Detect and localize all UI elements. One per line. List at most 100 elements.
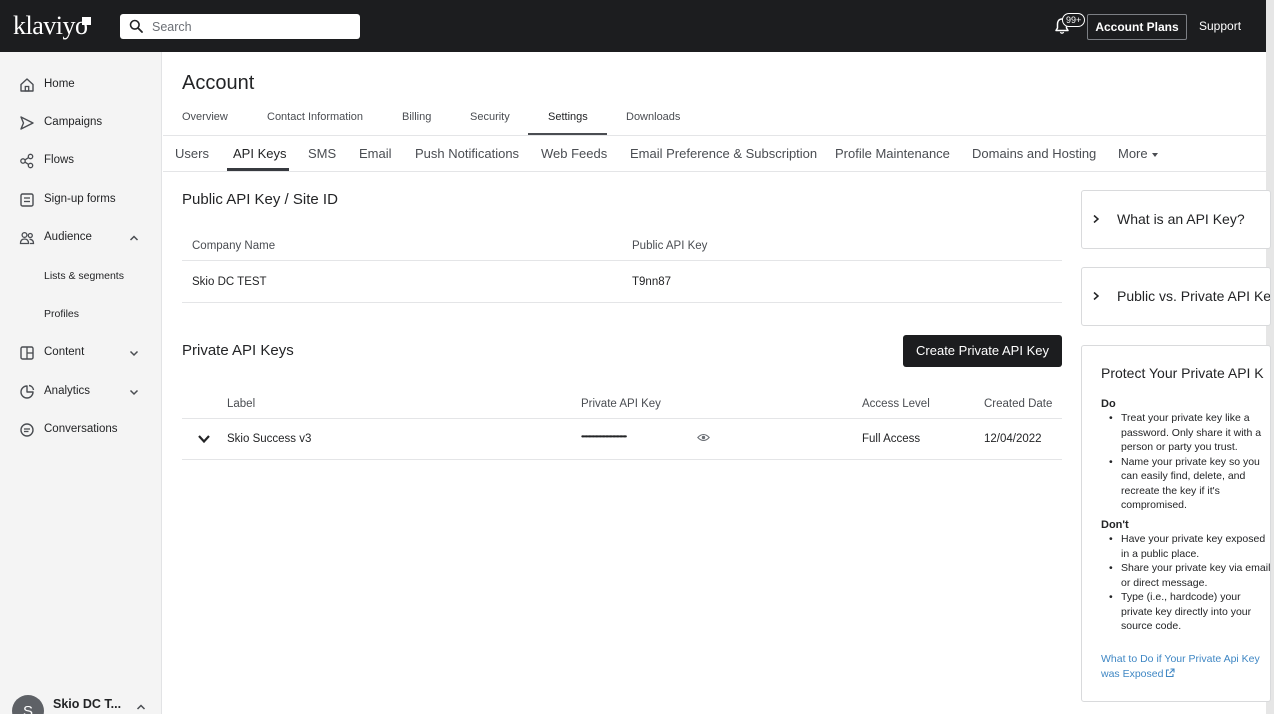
notification-badge: 99+ (1062, 13, 1085, 27)
access-level-value: Full Access (862, 433, 920, 445)
dont-list: Have your private key exposed in a publi… (1101, 532, 1271, 634)
column-header-private-api-key: Private API Key (581, 398, 661, 410)
private-key-label: Skio Success v3 (227, 433, 311, 445)
search-input[interactable] (152, 14, 352, 39)
list-item: Treat your private key like a password. … (1101, 411, 1271, 455)
sidebar-item-content[interactable]: Content (0, 337, 162, 369)
settings-subtabs: Users API Keys SMS Email Push Notificati… (163, 136, 1266, 172)
external-link-icon (1165, 668, 1175, 678)
subtab-push-notifications[interactable]: Push Notifications (415, 146, 519, 161)
sidebar-item-audience[interactable]: Audience (0, 222, 162, 254)
avatar[interactable]: S (12, 695, 44, 714)
analytics-icon (19, 384, 35, 400)
chevron-right-icon (1092, 291, 1100, 301)
send-icon (19, 115, 35, 131)
column-header-company-name: Company Name (192, 240, 275, 252)
help-card-protect-private-key: Protect Your Private API K Do Treat your… (1081, 345, 1271, 702)
content-icon (19, 345, 35, 361)
subtab-email[interactable]: Email (359, 146, 392, 161)
sidebar-subitem-profiles[interactable]: Profiles (44, 308, 79, 320)
audience-icon (19, 230, 35, 246)
subtab-more[interactable]: More (1118, 146, 1158, 161)
sidebar-item-conversations[interactable]: Conversations (0, 414, 162, 446)
help-card-title: What is an API Key? (1117, 211, 1245, 227)
exposed-key-help-link[interactable]: What to Do if Your Private Api Key was E… (1101, 652, 1271, 682)
column-header-public-api-key: Public API Key (632, 240, 707, 252)
sidebar-item-label: Audience (44, 231, 92, 243)
list-item: Have your private key exposed in a publi… (1101, 532, 1271, 561)
column-header-created-date: Created Date (984, 398, 1052, 410)
sidebar-subitem-lists-segments[interactable]: Lists & segments (44, 270, 124, 282)
active-subtab-indicator (227, 168, 289, 171)
logo-text: klaviyo (13, 11, 88, 40)
chevron-down-icon[interactable] (129, 348, 139, 358)
chevron-down-icon[interactable] (129, 387, 139, 397)
subtab-web-feeds[interactable]: Web Feeds (541, 146, 607, 161)
chevron-up-icon[interactable] (129, 233, 139, 243)
search-icon (129, 19, 143, 33)
chevron-down-icon[interactable] (197, 434, 211, 444)
tab-downloads[interactable]: Downloads (626, 111, 680, 123)
exposed-key-link-text: What to Do if Your Private Api Key was E… (1101, 653, 1260, 680)
sidebar-item-label: Conversations (44, 423, 118, 435)
table-divider (182, 260, 1062, 261)
account-name[interactable]: Skio DC T... (53, 697, 121, 711)
subtab-email-preference[interactable]: Email Preference & Subscription (630, 146, 817, 161)
column-header-access-level: Access Level (862, 398, 930, 410)
do-list: Treat your private key like a password. … (1101, 411, 1271, 513)
chat-icon (19, 422, 35, 438)
dont-heading: Don't (1101, 519, 1129, 531)
account-plans-button[interactable]: Account Plans (1087, 14, 1187, 40)
private-keys-section-title: Private API Keys (182, 342, 294, 359)
subtab-users[interactable]: Users (175, 146, 209, 161)
list-item: Type (i.e., hardcode) your private key d… (1101, 590, 1271, 634)
klaviyo-logo[interactable]: klaviyo (13, 11, 88, 41)
account-tabs: Overview Contact Information Billing Sec… (163, 100, 1266, 136)
flows-icon (19, 153, 35, 169)
public-api-key-value[interactable]: T9nn87 (632, 276, 671, 288)
sidebar-item-label: Sign-up forms (44, 193, 116, 205)
tab-security[interactable]: Security (470, 111, 510, 123)
tab-overview[interactable]: Overview (182, 111, 228, 123)
help-card-what-is-api-key[interactable]: What is an API Key? (1081, 190, 1271, 249)
public-key-section-title: Public API Key / Site ID (182, 191, 338, 208)
protect-card-title: Protect Your Private API K (1101, 365, 1264, 381)
sidebar-item-campaigns[interactable]: Campaigns (0, 107, 162, 139)
eye-icon[interactable] (697, 433, 710, 442)
form-icon (19, 192, 35, 208)
subtab-profile-maintenance[interactable]: Profile Maintenance (835, 146, 950, 161)
tab-contact-information[interactable]: Contact Information (267, 111, 363, 123)
subtab-api-keys[interactable]: API Keys (233, 146, 286, 161)
subtab-sms[interactable]: SMS (308, 146, 336, 161)
table-divider (182, 459, 1062, 460)
sidebar-item-home[interactable]: Home (0, 69, 162, 101)
sidebar-item-label: Flows (44, 154, 74, 166)
caret-down-icon (1152, 153, 1158, 157)
sidebar-item-signup-forms[interactable]: Sign-up forms (0, 184, 162, 216)
page-title: Account (182, 72, 254, 95)
subtab-domains-hosting[interactable]: Domains and Hosting (972, 146, 1096, 161)
sidebar-item-label: Content (44, 346, 84, 358)
sidebar-item-analytics[interactable]: Analytics (0, 376, 162, 408)
company-name-value: Skio DC TEST (192, 276, 267, 288)
column-header-label: Label (227, 398, 255, 410)
table-divider (182, 302, 1062, 303)
tab-settings[interactable]: Settings (548, 111, 588, 123)
chevron-up-icon[interactable] (136, 702, 146, 712)
support-link[interactable]: Support (1199, 19, 1241, 33)
subtab-more-label: More (1118, 146, 1148, 161)
sidebar-item-label: Campaigns (44, 116, 102, 128)
top-bar: klaviyo 99+ Account Plans Support (0, 0, 1266, 52)
search-box[interactable] (120, 14, 360, 39)
private-key-masked: •••••••••••••••••••••••••••••••• (581, 432, 626, 441)
logo-flag-icon (82, 17, 91, 25)
sidebar-item-flows[interactable]: Flows (0, 145, 162, 177)
tab-billing[interactable]: Billing (402, 111, 431, 123)
active-tab-indicator (528, 133, 607, 135)
help-card-public-vs-private[interactable]: Public vs. Private API Ke (1081, 267, 1271, 326)
created-date-value: 12/04/2022 (984, 433, 1042, 445)
table-divider (182, 418, 1062, 419)
list-item: Share your private key via email or dire… (1101, 561, 1271, 590)
sidebar: Home Campaigns Flows Sign-up forms Audie… (0, 52, 162, 714)
create-private-api-key-button[interactable]: Create Private API Key (903, 335, 1062, 367)
